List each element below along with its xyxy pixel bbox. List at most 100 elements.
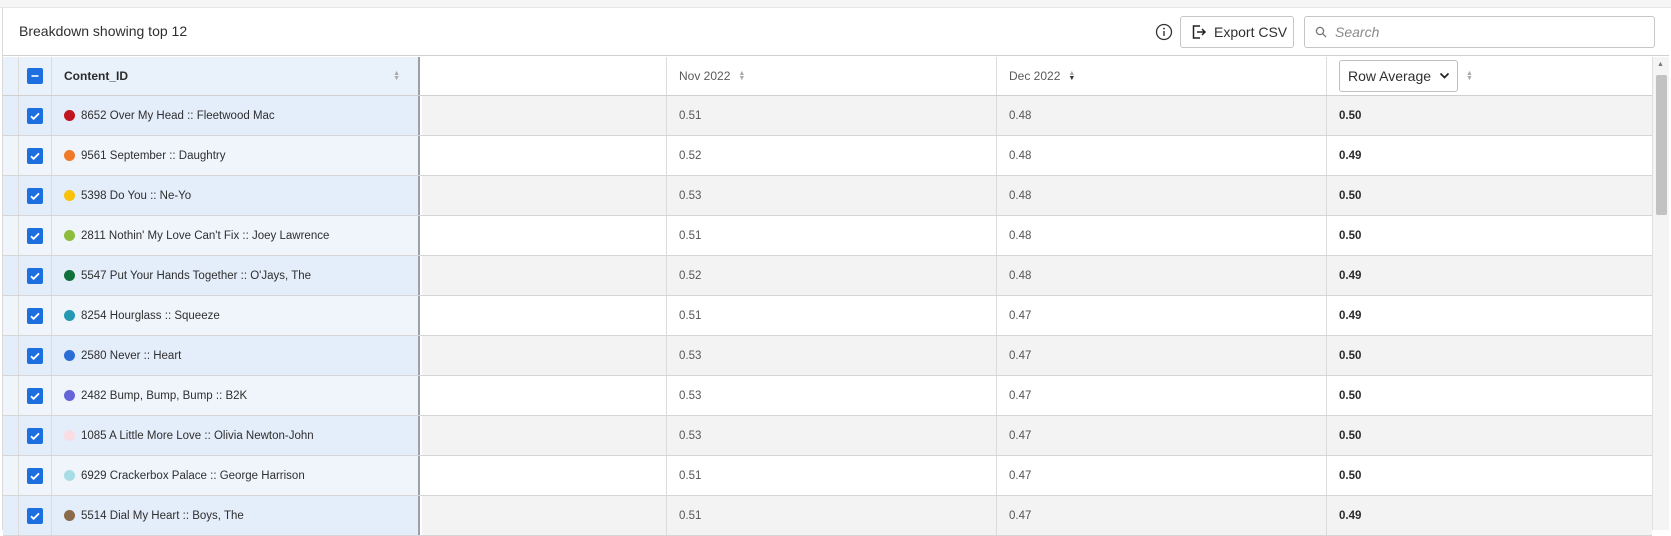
row-average-cell: 0.50 — [1327, 336, 1652, 375]
row-checkbox-cell — [19, 136, 52, 175]
row-average-cell: 0.49 — [1339, 309, 1362, 322]
content-id-label: 6929 Crackerbox Palace :: George Harriso… — [81, 469, 305, 482]
row-checkbox-cell — [19, 496, 52, 535]
row-checkbox[interactable] — [27, 507, 43, 524]
sort-desc-icon[interactable]: ▲ ▼ — [1068, 70, 1075, 82]
row-checkbox-cell — [19, 296, 52, 335]
sort-icon[interactable]: ▲ ▼ — [738, 70, 745, 82]
row-average-cell: 0.50 — [1339, 469, 1362, 482]
row-checkbox-cell — [19, 96, 52, 135]
series-color-dot — [64, 350, 75, 361]
dec-2022-cell: 0.48 — [997, 176, 1327, 215]
bar-cell — [422, 256, 667, 295]
breakdown-table: Content_ID ▲ ▼ Nov 2022 ▲ ▼ Dec 2022 ▲ ▼ Ro… — [3, 57, 1652, 536]
nov-2022-cell: 0.51 — [667, 296, 997, 335]
row-checkbox[interactable] — [27, 427, 43, 444]
table-row[interactable]: 5398 Do You :: Ne-Yo 0.53 0.48 0.50 — [3, 176, 1652, 216]
dec-2022-cell: 0.48 — [997, 136, 1327, 175]
row-checkbox[interactable] — [27, 267, 43, 284]
select-all-checkbox[interactable] — [27, 68, 43, 84]
row-gutter — [3, 216, 19, 255]
content-id-label: 5514 Dial My Heart :: Boys, The — [81, 509, 244, 522]
dec-2022-cell: 0.48 — [997, 216, 1327, 255]
column-header-dec-2022[interactable]: Dec 2022 ▲ ▼ — [997, 57, 1327, 95]
content-id-cell: 2580 Never :: Heart — [52, 336, 420, 375]
content-id-label: 5547 Put Your Hands Together :: O'Jays, … — [81, 269, 312, 282]
content-id-cell: 2811 Nothin' My Love Can't Fix :: Joey L… — [52, 216, 420, 255]
scroll-up-icon[interactable]: ▲ — [1657, 61, 1664, 68]
content-id-cell: 5398 Do You :: Ne-Yo — [52, 176, 420, 215]
header-gutter — [3, 57, 19, 95]
series-color-dot — [64, 430, 75, 441]
column-header-row-average: Row Average ▲ ▼ — [1327, 57, 1652, 95]
table-row[interactable]: 2580 Never :: Heart 0.53 0.47 0.50 — [3, 336, 1652, 376]
series-color-dot — [64, 190, 75, 201]
row-checkbox[interactable] — [27, 307, 43, 324]
row-gutter — [3, 416, 19, 455]
table-row[interactable]: 8652 Over My Head :: Fleetwood Mac 0.51 0.… — [3, 96, 1652, 136]
bar-cell — [422, 176, 667, 215]
nov-2022-cell: 0.53 — [667, 376, 997, 415]
table-row[interactable]: 1085 A Little More Love :: Olivia Newton… — [3, 416, 1652, 456]
content-id-cell: 2482 Bump, Bump, Bump :: B2K — [52, 376, 420, 415]
search-icon — [1315, 26, 1327, 38]
row-gutter — [3, 176, 19, 215]
content-id-cell: 8652 Over My Head :: Fleetwood Mac — [52, 96, 420, 135]
row-average-cell: 0.50 — [1327, 416, 1652, 455]
nov-2022-cell: 0.53 — [667, 416, 997, 455]
bar-cell — [422, 496, 667, 535]
row-checkbox[interactable] — [27, 467, 43, 484]
nov-2022-cell: 0.52 — [667, 136, 997, 175]
row-average-cell: 0.50 — [1339, 389, 1362, 402]
sort-icon[interactable]: ▲ ▼ — [1466, 70, 1473, 82]
sort-icon[interactable]: ▲ ▼ — [393, 70, 400, 82]
row-gutter — [3, 456, 19, 495]
table-row[interactable]: 5547 Put Your Hands Together :: O'Jays, … — [3, 256, 1652, 296]
content-id-cell: 1085 A Little More Love :: Olivia Newton… — [52, 416, 420, 455]
column-header-content-id[interactable]: Content_ID ▲ ▼ — [52, 57, 420, 95]
row-checkbox[interactable] — [27, 387, 43, 404]
panel-header: Breakdown showing top 12 Export CSV — [3, 8, 1669, 56]
row-average-dropdown[interactable]: Row Average — [1339, 60, 1458, 92]
content-id-label: 2811 Nothin' My Love Can't Fix :: Joey L… — [81, 229, 330, 242]
content-id-label: 2482 Bump, Bump, Bump :: B2K — [81, 389, 248, 402]
nov-2022-cell: 0.51 — [667, 496, 997, 535]
row-checkbox-cell — [19, 256, 52, 295]
row-gutter — [3, 336, 19, 375]
nov-2022-cell: 0.52 — [667, 256, 997, 295]
export-csv-label: Export CSV — [1214, 24, 1288, 40]
row-checkbox[interactable] — [27, 347, 43, 364]
info-icon[interactable] — [1154, 22, 1174, 42]
dec-2022-cell: 0.48 — [997, 96, 1327, 135]
table-row[interactable]: 6929 Crackerbox Palace :: George Harriso… — [3, 456, 1652, 496]
scroll-thumb[interactable] — [1656, 75, 1667, 215]
column-header-nov-2022[interactable]: Nov 2022 ▲ ▼ — [667, 57, 997, 95]
dec-2022-cell: 0.47 — [997, 376, 1327, 415]
table-row[interactable]: 8254 Hourglass :: Squeeze 0.51 0.47 0.49 — [3, 296, 1652, 336]
search-box[interactable] — [1304, 16, 1655, 48]
row-gutter — [3, 96, 19, 135]
row-checkbox[interactable] — [27, 107, 43, 124]
nov-2022-cell: 0.51 — [667, 96, 997, 135]
search-input[interactable] — [1335, 24, 1635, 40]
bar-cell — [422, 416, 667, 455]
export-csv-button[interactable]: Export CSV — [1180, 16, 1294, 48]
row-checkbox[interactable] — [27, 147, 43, 164]
row-checkbox[interactable] — [27, 227, 43, 244]
content-id-label: 9561 September :: Daughtry — [81, 149, 226, 162]
series-color-dot — [64, 230, 75, 241]
content-id-cell: 5547 Put Your Hands Together :: O'Jays, … — [52, 256, 420, 295]
nov-header-label: Nov 2022 — [679, 69, 731, 83]
vertical-scrollbar[interactable]: ▲ — [1652, 57, 1669, 530]
table-row[interactable]: 5514 Dial My Heart :: Boys, The 0.51 0.47 0… — [3, 496, 1652, 536]
bar-cell — [422, 376, 667, 415]
dec-2022-cell: 0.47 — [997, 416, 1327, 455]
table-row[interactable]: 9561 September :: Daughtry 0.52 0.48 0.49 — [3, 136, 1652, 176]
content-id-cell: 8254 Hourglass :: Squeeze — [52, 296, 420, 335]
breakdown-panel: Breakdown showing top 12 Export CSV Cont… — [2, 8, 1671, 536]
table-row[interactable]: 2811 Nothin' My Love Can't Fix :: Joey L… — [3, 216, 1652, 256]
row-gutter — [3, 256, 19, 295]
row-checkbox[interactable] — [27, 187, 43, 204]
content-id-label: 8254 Hourglass :: Squeeze — [81, 309, 220, 322]
table-row[interactable]: 2482 Bump, Bump, Bump :: B2K 0.53 0.47 0.50 — [3, 376, 1652, 416]
